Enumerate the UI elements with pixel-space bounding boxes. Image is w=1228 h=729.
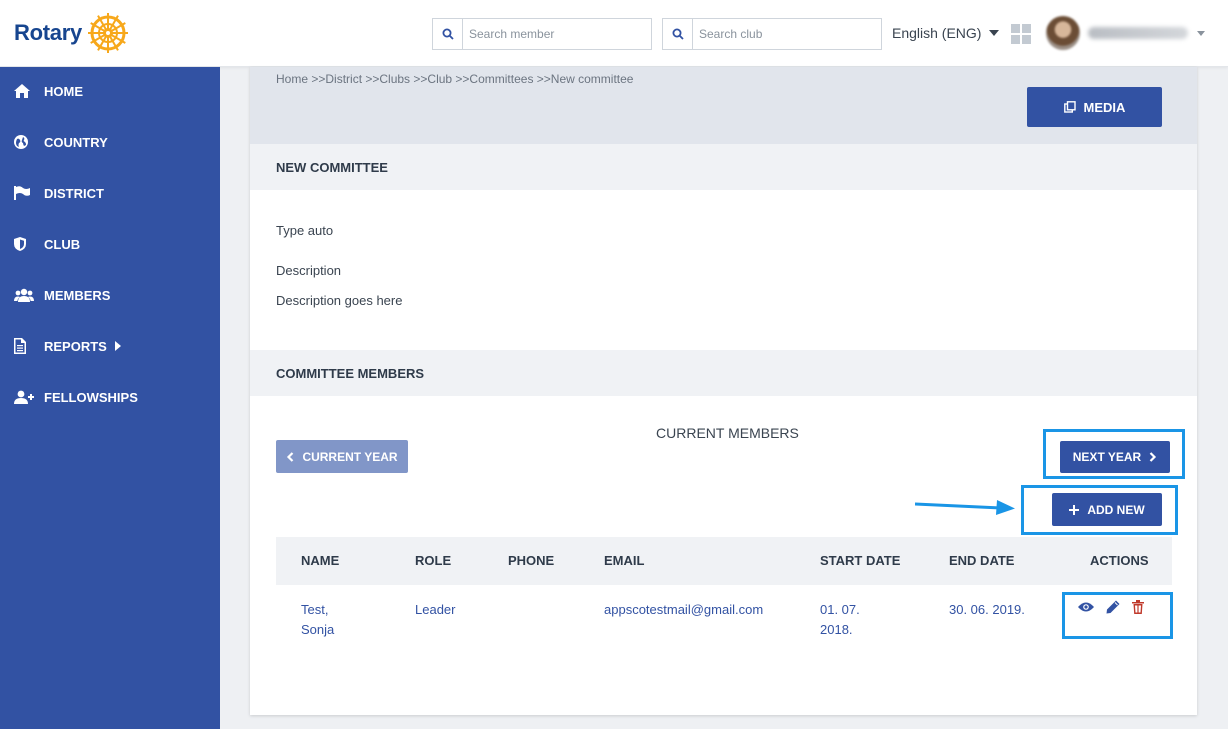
view-eye-icon[interactable] — [1078, 601, 1094, 613]
plus-icon — [1069, 504, 1080, 515]
column-header-email: EMAIL — [604, 553, 645, 568]
top-header: Rotary Search member Search club English… — [0, 0, 1228, 67]
row-actions — [1078, 600, 1144, 614]
description-value: Description goes here — [276, 293, 403, 308]
flag-icon — [14, 185, 34, 201]
description-label: Description — [276, 263, 342, 278]
caret-down-icon — [989, 30, 1000, 36]
sidebar-item-reports[interactable]: REPORTS — [0, 326, 220, 366]
chevron-right-icon — [1149, 452, 1157, 462]
search-club-input[interactable] — [693, 20, 873, 48]
caret-right-icon — [114, 341, 121, 351]
search-member-box — [432, 18, 652, 50]
sidebar-item-label: MEMBERS — [44, 287, 111, 303]
member-end-date: 30. 06. 2019. — [949, 602, 1025, 617]
column-header-role: ROLE — [415, 553, 452, 568]
committee-type: Type auto — [276, 223, 334, 238]
user-avatar[interactable] — [1046, 16, 1080, 50]
logo-text: Rotary — [14, 20, 82, 45]
globe-icon — [14, 134, 34, 150]
rotary-wheel-icon — [87, 13, 128, 53]
current-year-label: CURRENT YEAR — [302, 449, 398, 464]
document-icon — [14, 338, 34, 354]
add-new-button[interactable]: ADD NEW — [1052, 493, 1162, 526]
search-icon — [663, 19, 693, 49]
member-email[interactable]: appscotestmail@gmail.com — [604, 600, 763, 620]
sidebar-item-label: REPORTS — [44, 338, 107, 354]
edit-pencil-icon[interactable] — [1106, 600, 1120, 614]
home-icon — [14, 83, 34, 99]
sidebar: HOME COUNTRY DISTRICT CLUB MEMBERS REPOR… — [0, 67, 220, 729]
sidebar-item-fellowships[interactable]: FELLOWSHIPS — [0, 377, 220, 417]
next-year-button[interactable]: NEXT YEAR — [1060, 441, 1170, 473]
user-plus-icon — [14, 389, 34, 405]
member-name[interactable]: Test, Sonja — [301, 600, 334, 640]
users-icon — [14, 287, 34, 303]
search-icon — [433, 19, 463, 49]
language-selector[interactable]: English (ENG) — [892, 25, 1000, 41]
shield-icon — [14, 236, 34, 252]
column-header-actions: ACTIONS — [1090, 553, 1149, 568]
user-menu-caret-icon[interactable] — [1197, 31, 1205, 36]
column-header-end-date: END DATE — [949, 553, 1015, 568]
media-label: MEDIA — [1083, 99, 1126, 115]
search-club-box — [662, 18, 882, 50]
column-header-start-date: START DATE — [820, 553, 901, 568]
main-content: Home >>District >>Clubs >>Club >>Committ… — [250, 67, 1197, 715]
language-label: English (ENG) — [892, 25, 982, 41]
breadcrumb[interactable]: Home >>District >>Clubs >>Club >>Committ… — [276, 72, 633, 86]
current-members-title: CURRENT MEMBERS — [656, 425, 799, 441]
apps-grid-icon[interactable] — [1011, 24, 1031, 44]
add-new-label: ADD NEW — [1087, 502, 1145, 517]
sidebar-item-members[interactable]: MEMBERS — [0, 275, 220, 315]
sidebar-item-home[interactable]: HOME — [0, 71, 220, 111]
media-button[interactable]: MEDIA — [1027, 87, 1162, 127]
sidebar-item-label: CLUB — [44, 236, 81, 252]
breadcrumb-bar: Home >>District >>Clubs >>Club >>Committ… — [250, 67, 1197, 144]
current-year-button[interactable]: CURRENT YEAR — [276, 440, 408, 473]
committee-members-heading: COMMITTEE MEMBERS — [250, 350, 1197, 396]
members-table-header: NAME ROLE PHONE EMAIL START DATE END DAT… — [276, 537, 1172, 585]
chevron-left-icon — [287, 451, 294, 462]
sidebar-item-label: HOME — [44, 83, 83, 99]
sidebar-item-label: DISTRICT — [44, 185, 104, 201]
rotary-logo[interactable]: Rotary — [14, 11, 130, 55]
next-year-label: NEXT YEAR — [1072, 450, 1142, 464]
user-name-blurred[interactable] — [1088, 27, 1188, 39]
column-header-name: NAME — [301, 553, 340, 568]
member-start-date: 01. 07. 2018. — [820, 602, 860, 637]
sidebar-item-label: FELLOWSHIPS — [44, 389, 138, 405]
column-header-phone: PHONE — [508, 553, 555, 568]
sidebar-item-district[interactable]: DISTRICT — [0, 173, 220, 213]
media-icon — [1063, 101, 1076, 113]
sidebar-item-club[interactable]: CLUB — [0, 224, 220, 264]
search-member-input[interactable] — [463, 20, 643, 48]
sidebar-item-label: COUNTRY — [44, 134, 108, 150]
delete-trash-icon[interactable] — [1132, 600, 1144, 614]
member-role: Leader — [415, 602, 456, 617]
sidebar-item-country[interactable]: COUNTRY — [0, 122, 220, 162]
new-committee-heading: NEW COMMITTEE — [250, 144, 1197, 190]
